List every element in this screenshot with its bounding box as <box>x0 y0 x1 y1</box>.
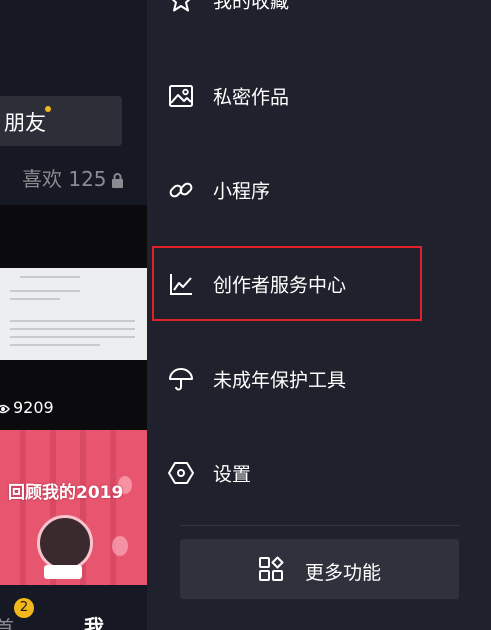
hexagon-settings-icon <box>167 459 195 487</box>
menu-item-label: 未成年保护工具 <box>213 369 347 392</box>
notification-badge: 2 <box>14 598 34 618</box>
grid-shapes-icon <box>258 556 284 582</box>
video-thumbnail-2[interactable]: 回顾我的2019 <box>0 430 147 585</box>
likes-tab[interactable]: 喜欢 125 <box>22 163 124 193</box>
video-views-count: 9209 <box>13 398 54 417</box>
eye-icon <box>0 400 10 419</box>
friends-button-label: 朋友 <box>4 111 46 135</box>
menu-item-label: 私密作品 <box>213 86 290 109</box>
more-features-button[interactable]: 更多功能 <box>180 539 459 599</box>
profile-background: 朋友 喜欢 125 9209 回顾我的2019 首 2 我 <box>0 0 147 630</box>
lock-icon <box>111 169 124 193</box>
redacted-name <box>44 565 82 579</box>
friends-button[interactable]: 朋友 <box>0 96 122 146</box>
more-features-label: 更多功能 <box>305 562 382 584</box>
menu-item-mini-programs[interactable]: 小程序 <box>147 160 491 220</box>
image-icon <box>167 82 195 110</box>
nav-me-tab[interactable]: 我 <box>84 611 104 630</box>
umbrella-icon <box>167 365 195 393</box>
menu-item-favorites[interactable]: 我的收藏 <box>147 0 491 30</box>
menu-item-minor-protection[interactable]: 未成年保护工具 <box>147 349 491 409</box>
video-title: 回顾我的2019 <box>8 483 124 503</box>
menu-item-label: 小程序 <box>213 180 271 203</box>
video-thumbnail-1-preview <box>0 268 147 360</box>
menu-item-label: 设置 <box>213 463 252 486</box>
menu-item-label: 我的收藏 <box>213 0 290 13</box>
star-icon <box>167 0 195 14</box>
avatar <box>37 515 93 571</box>
likes-tab-label: 喜欢 125 <box>22 167 107 191</box>
new-dot-indicator <box>45 106 51 112</box>
divider <box>180 525 460 526</box>
highlight-box <box>152 246 422 321</box>
menu-item-private-works[interactable]: 私密作品 <box>147 66 491 126</box>
video-views: 9209 <box>0 398 54 419</box>
menu-item-settings[interactable]: 设置 <box>147 443 491 503</box>
nav-home-tab[interactable]: 首 <box>0 612 14 630</box>
link-icon <box>167 176 195 204</box>
